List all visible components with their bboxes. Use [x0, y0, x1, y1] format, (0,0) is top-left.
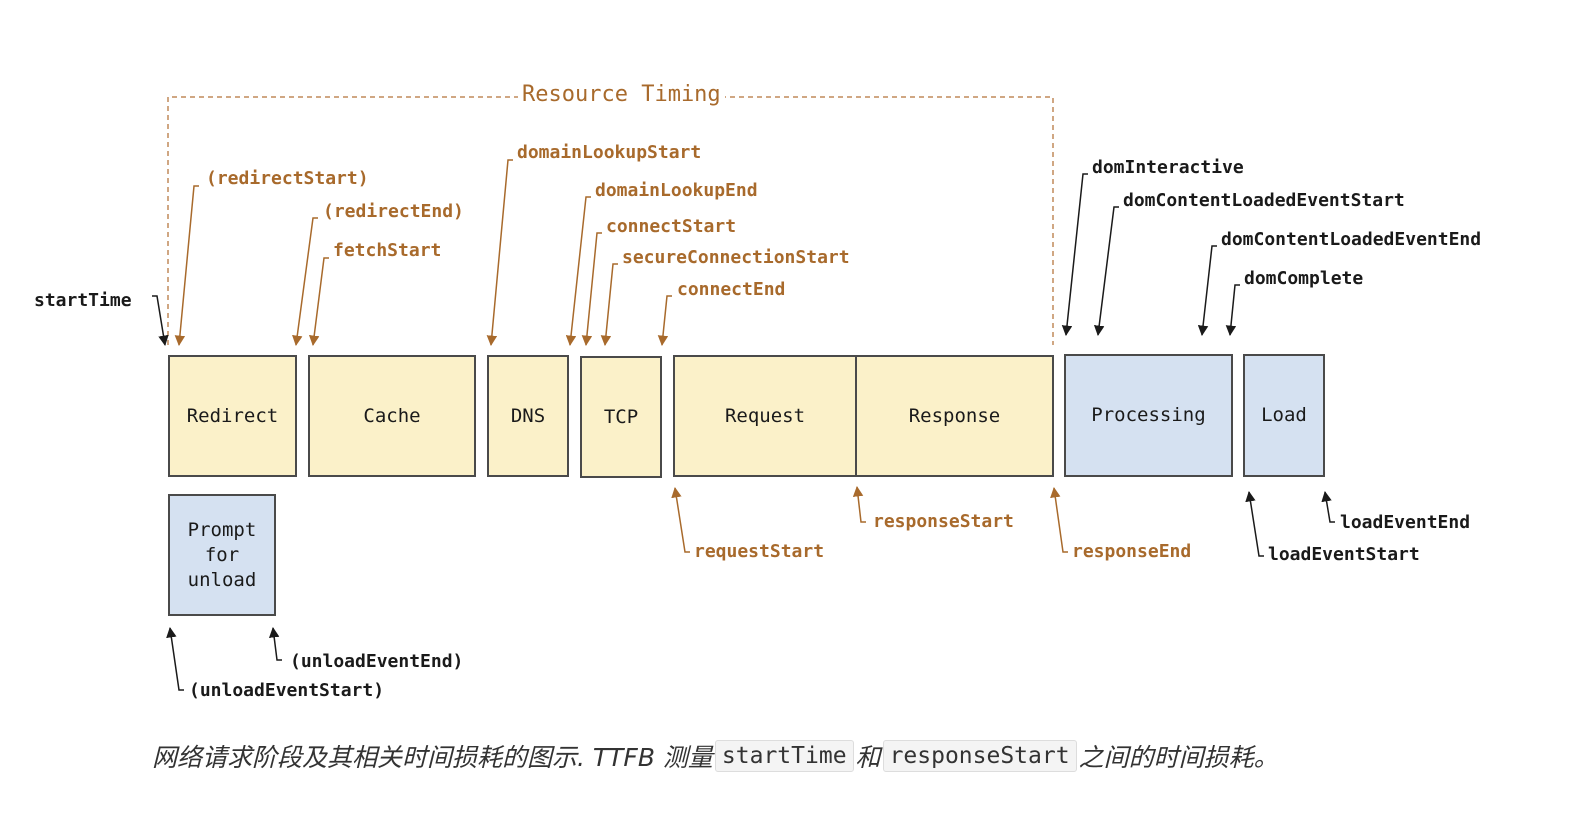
fetch-start-label: fetchStart [333, 240, 442, 261]
load-event-start-arrow [1245, 490, 1264, 557]
timing-diagram: Resource Timing Redirect Cache DNS TCP R… [0, 0, 1572, 820]
fetch-start-arrow [308, 257, 329, 347]
prompt-for-unload-line-1: Prompt [187, 518, 257, 541]
domain-lookup-end-label: domainLookupEnd [595, 180, 758, 201]
dom-content-loaded-event-start-arrow [1093, 206, 1119, 337]
resource-timing-title: Resource Timing [518, 82, 725, 107]
dom-content-loaded-event-start-label: domContentLoadedEventStart [1123, 190, 1405, 211]
response-end-label: responseEnd [1072, 541, 1192, 562]
request-start-arrow [671, 486, 690, 553]
connect-end-label: connectEnd [677, 279, 786, 300]
start-time-label: startTime [34, 290, 132, 311]
tcp-box: TCP [580, 356, 662, 478]
redirect-box-label: Redirect [186, 404, 279, 427]
processing-box-label: Processing [1091, 404, 1206, 426]
prompt-for-unload-box: Prompt for unload [168, 494, 276, 616]
request-box-label: Request [724, 404, 806, 427]
load-event-end-arrow [1321, 490, 1335, 523]
load-box: Load [1243, 354, 1325, 477]
dns-box: DNS [487, 355, 569, 477]
redirect-end-label: (redirectEnd) [323, 201, 464, 222]
prompt-for-unload-line-2: for [204, 543, 240, 566]
redirect-box: Redirect [168, 355, 297, 477]
response-start-label: responseStart [873, 511, 1014, 532]
secure-connection-start-arrow [600, 263, 618, 347]
dom-complete-label: domComplete [1244, 268, 1364, 289]
dom-interactive-arrow [1061, 173, 1088, 337]
tcp-box-label: TCP [603, 405, 639, 428]
domain-lookup-start-arrow [486, 159, 513, 347]
dom-content-loaded-event-end-arrow [1197, 245, 1217, 337]
processing-box: Processing [1064, 354, 1233, 477]
dom-interactive-label: domInteractive [1092, 157, 1244, 178]
load-event-start-label: loadEventStart [1268, 544, 1420, 565]
domain-lookup-start-label: domainLookupStart [517, 142, 702, 163]
cache-box: Cache [308, 355, 476, 477]
unload-event-start-label: (unloadEventStart) [189, 680, 385, 701]
connect-start-label: connectStart [606, 216, 737, 237]
response-box: Response [855, 355, 1054, 477]
connect-start-arrow [581, 232, 602, 347]
caption-text-before: 网络请求阶段及其相关时间损耗的图示. TTFB 测量 [152, 743, 713, 772]
caption-text-middle: 和 [855, 743, 881, 772]
redirect-start-arrow [174, 185, 199, 347]
caption-code-start-time: startTime [714, 740, 854, 772]
dom-content-loaded-event-end-label: domContentLoadedEventEnd [1221, 229, 1482, 250]
unload-event-start-arrow [166, 626, 184, 691]
connect-end-arrow [657, 295, 672, 347]
load-event-end-label: loadEventEnd [1340, 512, 1471, 533]
figure-caption: 网络请求阶段及其相关时间损耗的图示. TTFB 测量 startTime 和 r… [152, 738, 1452, 774]
secure-connection-start-label: secureConnectionStart [622, 247, 850, 268]
unload-event-end-label: (unloadEventEnd) [290, 651, 464, 672]
response-end-arrow [1050, 486, 1068, 553]
response-start-arrow [852, 485, 866, 523]
redirect-start-label: (redirectStart) [206, 168, 369, 189]
load-box-label: Load [1261, 404, 1307, 426]
request-start-label: requestStart [694, 541, 825, 562]
unload-event-end-arrow [268, 626, 282, 661]
caption-code-response-start: responseStart [882, 740, 1077, 772]
response-box-label: Response [908, 404, 1001, 427]
caption-text-after: 之间的时间损耗。 [1078, 743, 1279, 772]
dom-complete-arrow [1225, 284, 1240, 337]
cache-box-label: Cache [363, 404, 421, 427]
prompt-for-unload-line-3: unload [187, 568, 257, 591]
dns-box-label: DNS [510, 404, 546, 427]
start-time-arrow [152, 295, 169, 347]
request-box: Request [673, 355, 857, 477]
